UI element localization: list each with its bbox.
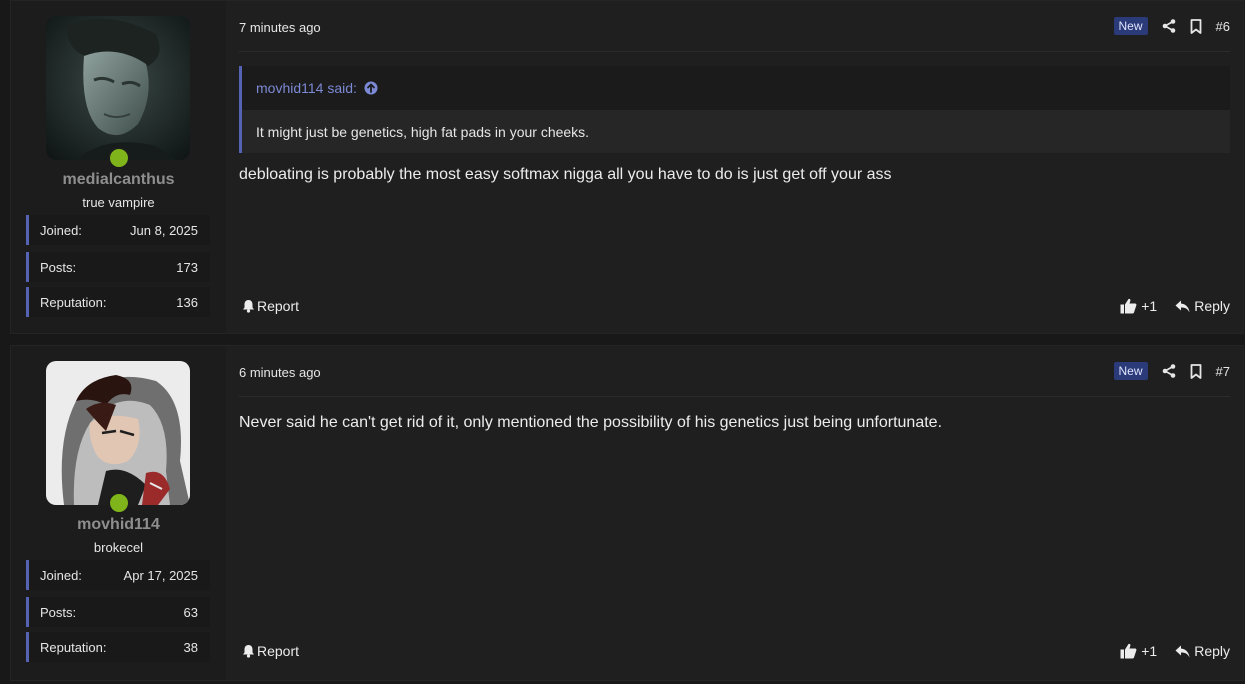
reply-label: Reply [1194,298,1230,314]
like-count: +1 [1141,643,1158,659]
user-sidebar: medialcanthus true vampire Joined: Jun 8… [11,1,226,333]
stat-label: Reputation: [40,294,107,310]
avatar[interactable] [46,16,190,160]
stat-label: Joined: [40,567,82,583]
stat-label: Reputation: [40,639,107,655]
bell-icon [242,299,255,313]
arrow-up-circle-icon[interactable] [364,81,378,95]
post-message: debloating is probably the most easy sof… [239,166,892,183]
new-badge: New [1113,362,1148,380]
bell-icon [242,644,255,658]
stat-posts: Posts: 63 [26,597,210,627]
quote-text: It might just be genetics, high fat pads… [242,110,1230,153]
avatar-wrap [46,16,190,169]
share-icon[interactable] [1162,19,1176,33]
stat-posts: Posts: 173 [26,252,210,282]
like-count: +1 [1141,298,1158,314]
user-title: true vampire [82,195,155,210]
reply-icon [1175,645,1190,658]
quote-block: movhid114 said: It might just be genetic… [239,66,1230,153]
report-label: Report [257,298,300,314]
stat-value: 63 [183,604,198,620]
stat-label: Posts: [40,259,77,275]
stat-value: 173 [176,259,198,275]
stat-joined: Joined: Jun 8, 2025 [26,215,210,245]
reply-button[interactable]: Reply [1175,643,1230,659]
post-main: 7 minutes ago New #6 movhid114 said: It … [226,1,1243,333]
bookmark-icon[interactable] [1190,363,1202,379]
online-status-dot [108,147,130,169]
post-header: 6 minutes ago New #7 [239,346,1230,397]
post-time[interactable]: 6 minutes ago [239,365,321,380]
post-number[interactable]: #7 [1216,364,1230,379]
stat-value: 38 [183,639,198,655]
stat-reputation: Reputation: 136 [26,287,210,317]
stat-label: Posts: [40,604,77,620]
reply-icon [1175,300,1190,313]
reply-button[interactable]: Reply [1175,298,1230,314]
avatar-wrap [46,361,190,514]
report-button[interactable]: Report [242,643,299,659]
stat-value: 136 [176,294,198,310]
post: medialcanthus true vampire Joined: Jun 8… [10,0,1244,334]
reply-label: Reply [1194,643,1230,659]
user-sidebar: movhid114 brokecel Joined: Apr 17, 2025 … [11,346,226,680]
post-header-actions: New #7 [1113,362,1230,380]
post-header-actions: New #6 [1113,17,1230,35]
avatar[interactable] [46,361,190,505]
thumbs-up-icon [1120,643,1137,659]
post-header: 7 minutes ago New #6 [239,1,1230,52]
post-number[interactable]: #6 [1216,19,1230,34]
like-button[interactable]: +1 [1120,643,1157,659]
new-badge: New [1113,17,1148,35]
share-icon[interactable] [1162,364,1176,378]
quote-header[interactable]: movhid114 said: [242,66,1230,110]
online-status-dot [108,492,130,514]
post-main: 6 minutes ago New #7 Never said he can't… [226,346,1243,680]
post: movhid114 brokecel Joined: Apr 17, 2025 … [10,345,1244,681]
report-label: Report [257,643,300,659]
stat-value: Apr 17, 2025 [123,567,198,583]
post-actions: +1 Reply [1120,298,1230,314]
user-title: brokecel [93,540,144,555]
post-actions: +1 Reply [1120,643,1230,659]
stat-reputation: Reputation: 38 [26,632,210,662]
stat-joined: Joined: Apr 17, 2025 [26,560,210,590]
stat-label: Joined: [40,222,82,238]
bookmark-icon[interactable] [1190,18,1202,34]
post-time[interactable]: 7 minutes ago [239,20,321,35]
stat-value: Jun 8, 2025 [130,222,198,238]
thread: medialcanthus true vampire Joined: Jun 8… [0,0,1245,684]
thumbs-up-icon [1120,298,1137,314]
post-message: Never said he can't get rid of it, only … [239,414,943,431]
username[interactable]: movhid114 [11,516,226,534]
quote-author[interactable]: movhid114 said: [256,80,357,96]
report-button[interactable]: Report [242,298,299,314]
username[interactable]: medialcanthus [11,171,226,189]
like-button[interactable]: +1 [1120,298,1157,314]
